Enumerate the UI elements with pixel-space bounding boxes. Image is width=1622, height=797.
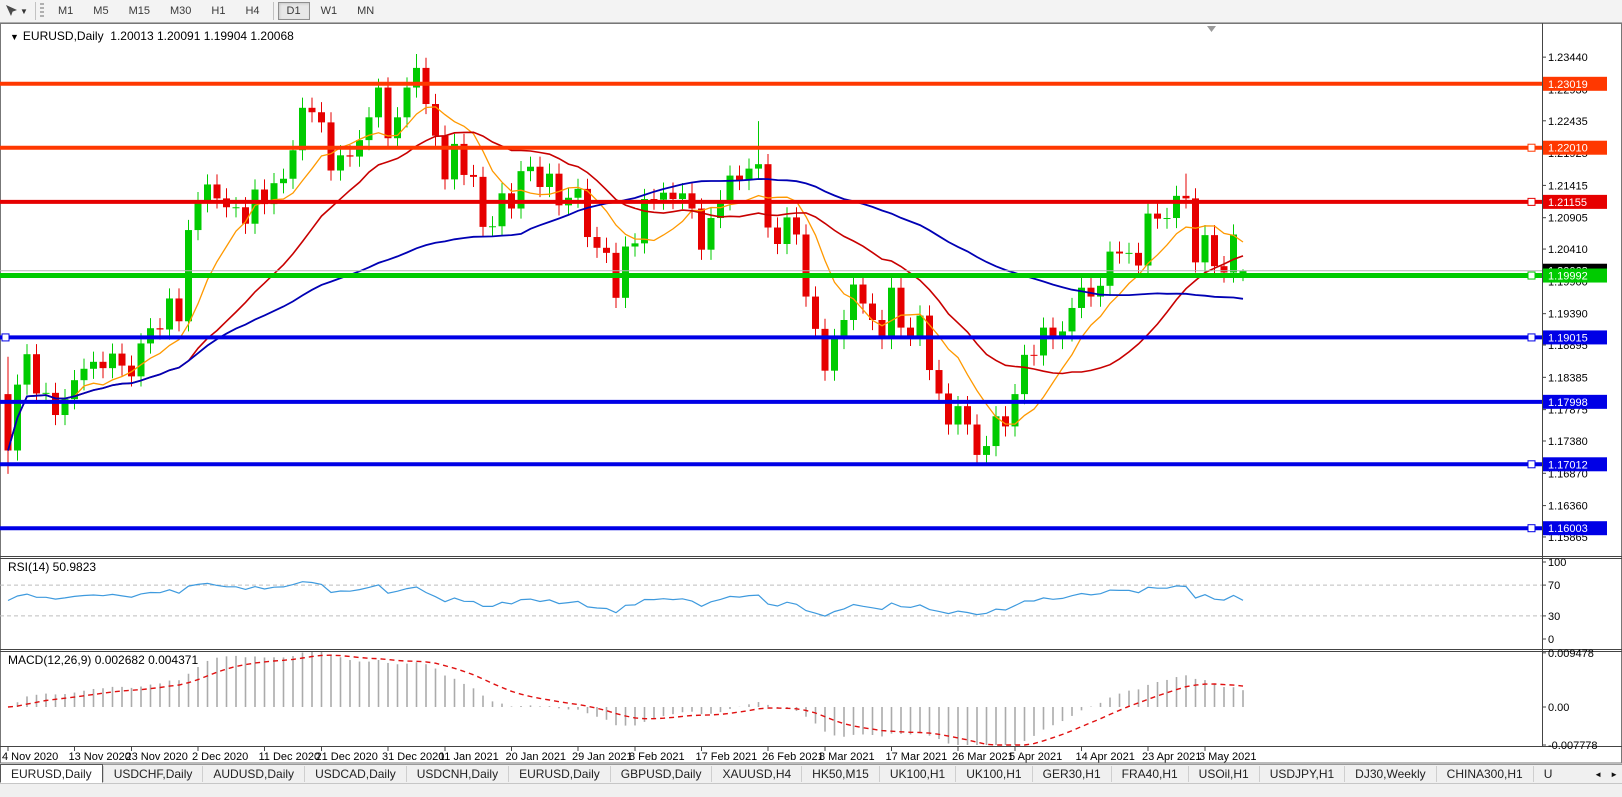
tab-scroll-right-icon[interactable]: ► [1606, 768, 1622, 781]
svg-text:1.21415: 1.21415 [1548, 180, 1588, 192]
svg-text:31 Dec 2020: 31 Dec 2020 [382, 751, 444, 763]
timeframe-button-d1[interactable]: D1 [278, 2, 310, 20]
svg-text:23 Apr 2021: 23 Apr 2021 [1142, 751, 1201, 763]
toolbar-separator [273, 2, 274, 20]
svg-text:1.20410: 1.20410 [1548, 244, 1588, 256]
tab-scroll-arrows: ◄► [1590, 768, 1622, 781]
svg-text:1.23440: 1.23440 [1548, 52, 1588, 64]
svg-text:1.22010: 1.22010 [1548, 143, 1588, 155]
svg-text:1.16003: 1.16003 [1548, 523, 1588, 535]
svg-text:1.19015: 1.19015 [1548, 332, 1588, 344]
top-toolbar: ▼ M1M5M15M30H1H4 D1W1MN [0, 0, 1622, 23]
timeframe-buttons: M1M5M15M30H1H4 D1W1MN [48, 2, 384, 20]
svg-text:1.19992: 1.19992 [1548, 271, 1588, 283]
timeframe-button-w1[interactable]: W1 [312, 2, 347, 20]
svg-text:100: 100 [1548, 557, 1566, 569]
timeframe-button-mn[interactable]: MN [348, 2, 383, 20]
chart-tab-hk50-m15[interactable]: HK50,M15 [801, 766, 879, 782]
chart-canvas[interactable]: 1.234401.229301.224351.219251.214151.209… [0, 0, 1622, 764]
timeframe-button-h1[interactable]: H1 [202, 2, 234, 20]
svg-text:17 Mar 2021: 17 Mar 2021 [886, 751, 948, 763]
svg-text:1.21155: 1.21155 [1548, 197, 1587, 209]
chart-tab-fra40-h1[interactable]: FRA40,H1 [1111, 766, 1188, 782]
hline-handle[interactable] [1528, 334, 1535, 341]
svg-text:1.17012: 1.17012 [1548, 459, 1588, 471]
hline-handle[interactable] [1528, 272, 1535, 279]
rsi-label: RSI(14) 50.9823 [8, 560, 96, 574]
chart-tab-bar: EURUSD,DailyUSDCHF,DailyAUDUSD,DailyUSDC… [0, 764, 1622, 783]
chart-title-symbol: EURUSD,Daily [23, 29, 104, 43]
chart-title: ▼ EURUSD,Daily 1.20013 1.20091 1.19904 1.… [10, 29, 294, 43]
status-bar [0, 783, 1622, 797]
chart-tab-eurusd-daily[interactable]: EURUSD,Daily [508, 766, 610, 782]
svg-text:1.18385: 1.18385 [1548, 372, 1588, 384]
svg-text:8 Feb 2021: 8 Feb 2021 [629, 751, 685, 763]
timeframe-button-h4[interactable]: H4 [236, 2, 268, 20]
svg-text:1.22435: 1.22435 [1548, 116, 1588, 128]
hline-handle[interactable] [1528, 461, 1535, 468]
svg-text:0.00: 0.00 [1548, 702, 1569, 714]
svg-text:2 Dec 2020: 2 Dec 2020 [192, 751, 248, 763]
chart-tab-xauusd-h4[interactable]: XAUUSD,H4 [711, 766, 801, 782]
chart-tab-eurusd-daily[interactable]: EURUSD,Daily [0, 764, 103, 783]
cursor-tool-icon[interactable] [2, 2, 20, 20]
svg-text:30: 30 [1548, 611, 1560, 623]
hline-handle[interactable] [1528, 525, 1535, 532]
svg-text:17 Feb 2021: 17 Feb 2021 [696, 751, 758, 763]
svg-text:26 Mar 2021: 26 Mar 2021 [952, 751, 1014, 763]
timeframe-button-m30[interactable]: M30 [161, 2, 200, 20]
svg-text:11 Jan 2021: 11 Jan 2021 [439, 751, 499, 763]
svg-text:0.009478: 0.009478 [1548, 648, 1594, 660]
svg-text:4 Nov 2020: 4 Nov 2020 [2, 751, 58, 763]
chart-tab-gbpusd-daily[interactable]: GBPUSD,Daily [610, 766, 712, 782]
chart-tab-usdcnh-daily[interactable]: USDCNH,Daily [406, 766, 508, 782]
svg-text:13 Nov 2020: 13 Nov 2020 [69, 751, 131, 763]
tab-scroll-left-icon[interactable]: ◄ [1590, 768, 1606, 781]
svg-text:-0.007778: -0.007778 [1548, 740, 1598, 752]
chart-tab-ger30-h1[interactable]: GER30,H1 [1032, 766, 1111, 782]
svg-text:1.19390: 1.19390 [1548, 309, 1588, 321]
chart-tab-china300-h1[interactable]: CHINA300,H1 [1436, 766, 1533, 782]
svg-text:5 Apr 2021: 5 Apr 2021 [1009, 751, 1062, 763]
hline-handle[interactable] [1528, 198, 1535, 205]
svg-text:14 Apr 2021: 14 Apr 2021 [1076, 751, 1135, 763]
timeframe-button-m15[interactable]: M15 [120, 2, 159, 20]
svg-text:26 Feb 2021: 26 Feb 2021 [762, 751, 824, 763]
svg-text:29 Jan 2021: 29 Jan 2021 [572, 751, 633, 763]
chart-tab-usdchf-daily[interactable]: USDCHF,Daily [103, 766, 203, 782]
hline-handle[interactable] [2, 334, 9, 341]
svg-text:23 Nov 2020: 23 Nov 2020 [126, 751, 188, 763]
chart-title-ohlc: 1.20013 1.20091 1.19904 1.20068 [110, 29, 294, 43]
chart-tab-uk100-h1[interactable]: UK100,H1 [955, 766, 1031, 782]
svg-text:21 Dec 2020: 21 Dec 2020 [316, 751, 378, 763]
svg-text:8 Mar 2021: 8 Mar 2021 [819, 751, 875, 763]
svg-text:70: 70 [1548, 580, 1560, 592]
macd-label: MACD(12,26,9) 0.002682 0.004371 [8, 653, 198, 667]
svg-text:1.16360: 1.16360 [1548, 501, 1588, 513]
collapse-arrow-icon[interactable]: ▼ [10, 32, 19, 42]
timeframe-button-m5[interactable]: M5 [84, 2, 117, 20]
svg-text:1.20905: 1.20905 [1548, 213, 1588, 225]
toolbar-separator [35, 2, 36, 20]
chart-tab-dj30-weekly[interactable]: DJ30,Weekly [1344, 766, 1435, 782]
timeframe-button-m1[interactable]: M1 [49, 2, 82, 20]
chart-tab-u[interactable]: U [1533, 766, 1553, 782]
chart-frame [0, 23, 1622, 763]
chart-tab-usdjpy-h1[interactable]: USDJPY,H1 [1259, 766, 1344, 782]
svg-text:11 Dec 2020: 11 Dec 2020 [259, 751, 321, 763]
svg-text:3 May 2021: 3 May 2021 [1199, 751, 1256, 763]
svg-text:0: 0 [1548, 634, 1554, 646]
svg-text:1.17998: 1.17998 [1548, 397, 1588, 409]
svg-text:20 Jan 2021: 20 Jan 2021 [506, 751, 567, 763]
hline-handle[interactable] [1528, 144, 1535, 151]
svg-text:1.17380: 1.17380 [1548, 436, 1588, 448]
chart-tab-audusd-daily[interactable]: AUDUSD,Daily [202, 766, 304, 782]
chart-tab-uk100-h1[interactable]: UK100,H1 [879, 766, 955, 782]
svg-text:1.23019: 1.23019 [1548, 79, 1588, 91]
tool-dropdown-caret[interactable]: ▼ [20, 7, 32, 16]
cursor-tool-glyph [4, 4, 18, 18]
toolbar-drag-grip[interactable] [40, 3, 44, 19]
chart-tab-usdcad-daily[interactable]: USDCAD,Daily [304, 766, 406, 782]
chart-tab-usoil-h1[interactable]: USOil,H1 [1188, 766, 1259, 782]
